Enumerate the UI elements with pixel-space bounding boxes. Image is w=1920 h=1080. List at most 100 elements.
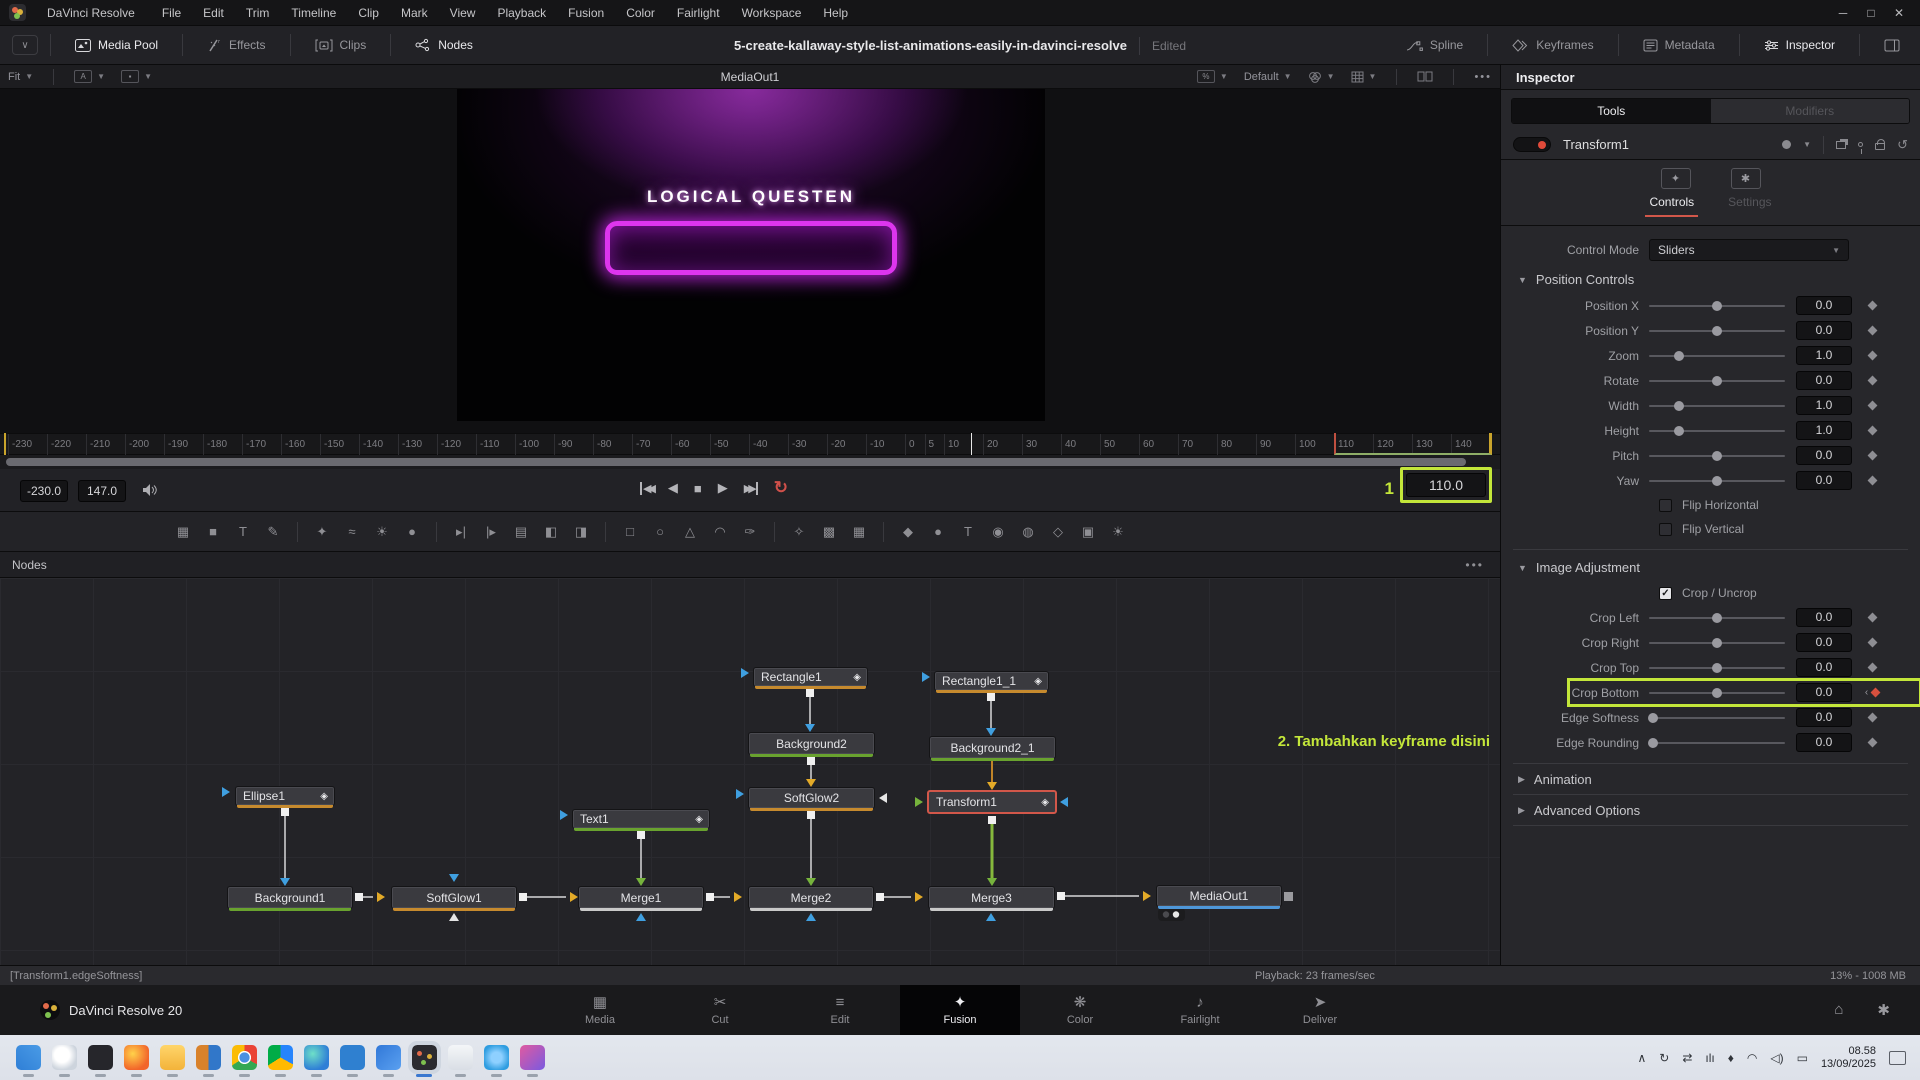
polygon-mask-icon[interactable]: △: [677, 520, 703, 544]
dual-viewer-button[interactable]: [1409, 71, 1441, 82]
bspline-mask-icon[interactable]: ◠: [707, 520, 733, 544]
media-out-icon[interactable]: |▸: [478, 520, 504, 544]
chevron-down-icon[interactable]: ▼: [1803, 140, 1811, 149]
keyframe-icon[interactable]: [1867, 375, 1877, 386]
zoom-mode-dropdown[interactable]: Fit ▼: [0, 71, 41, 83]
param-value-field[interactable]: 0.0: [1796, 683, 1852, 702]
node-enable-toggle[interactable]: [1513, 137, 1551, 152]
light3d-icon[interactable]: ☀: [1105, 520, 1131, 544]
page-tab-deliver[interactable]: ➤ Deliver: [1260, 985, 1380, 1035]
keyframe-icon[interactable]: [1867, 637, 1877, 648]
node-ellipse1[interactable]: Ellipse1 ◈: [235, 786, 335, 808]
menu-view[interactable]: View: [439, 0, 487, 26]
param-slider[interactable]: [1649, 400, 1785, 411]
taskbar-drive-icon[interactable]: [268, 1045, 293, 1077]
node-rectangle1_1[interactable]: Rectangle1_1 ◈: [934, 671, 1049, 693]
subtab-controls[interactable]: Controls: [1645, 195, 1699, 217]
noise-icon[interactable]: ▩: [816, 520, 842, 544]
copy-icon[interactable]: [1836, 140, 1847, 149]
node-background2_1[interactable]: Background2_1: [929, 736, 1056, 761]
param-value-field[interactable]: 0.0: [1796, 471, 1852, 490]
page-tab-fusion[interactable]: ✦ Fusion: [900, 985, 1020, 1035]
keyframe-icon[interactable]: [1867, 300, 1877, 311]
menu-mark[interactable]: Mark: [390, 0, 439, 26]
menu-app-button[interactable]: DaVinci Resolve: [36, 0, 151, 26]
scrollbar-thumb[interactable]: [6, 458, 1466, 466]
merge3d-icon[interactable]: ◇: [1045, 520, 1071, 544]
media-in-icon[interactable]: ▸|: [448, 520, 474, 544]
wifi-icon[interactable]: ◠: [1747, 1051, 1757, 1065]
controls-tab-icon[interactable]: ✦: [1660, 168, 1691, 189]
battery-icon[interactable]: ▭: [1797, 1051, 1808, 1065]
keyframe-icon[interactable]: [1867, 350, 1877, 361]
page-tab-media[interactable]: ▦ Media: [540, 985, 660, 1035]
param-value-field[interactable]: 0.0: [1796, 371, 1852, 390]
taskbar-notepad-icon[interactable]: [448, 1045, 473, 1077]
color-wheels-dropdown[interactable]: ▼: [1300, 71, 1343, 83]
maximize-icon[interactable]: □: [1864, 6, 1878, 20]
text3d-icon[interactable]: T: [955, 520, 981, 544]
inspector-button[interactable]: Inspector: [1752, 38, 1847, 52]
drip-icon[interactable]: ●: [399, 520, 425, 544]
split-h-icon[interactable]: ◧: [538, 520, 564, 544]
node-mediaout1[interactable]: MediaOut1: [1156, 885, 1282, 909]
timeline-ruler[interactable]: -230 -220 -210 -200 -190 -180 -170 -160 -150 -140…: [0, 433, 1500, 456]
param-slider[interactable]: [1649, 325, 1785, 336]
param-slider[interactable]: [1649, 375, 1785, 386]
param-slider[interactable]: [1649, 450, 1785, 461]
lock-icon[interactable]: [1875, 139, 1886, 150]
taskbar-resolve-app-icon[interactable]: [408, 1041, 441, 1077]
crop-uncrop-checkbox[interactable]: ✓: [1659, 586, 1672, 600]
node-merge2[interactable]: Merge2: [748, 886, 874, 911]
notification-icon[interactable]: [1889, 1050, 1906, 1065]
menu-edit[interactable]: Edit: [192, 0, 235, 26]
ball3d-icon[interactable]: ◍: [1015, 520, 1041, 544]
slider-thumb[interactable]: [1673, 425, 1684, 436]
tab-modifiers[interactable]: Modifiers: [1710, 99, 1909, 123]
viewer-options-button[interactable]: •••: [1466, 71, 1500, 83]
menu-file[interactable]: File: [151, 0, 192, 26]
node-rectangle1[interactable]: Rectangle1 ◈: [753, 667, 868, 689]
param-value-field[interactable]: 1.0: [1796, 346, 1852, 365]
camera3d-icon[interactable]: ▣: [1075, 520, 1101, 544]
menu-color[interactable]: Color: [615, 0, 666, 26]
taskbar-vscode-icon[interactable]: [340, 1045, 365, 1077]
play-button[interactable]: ▶: [718, 480, 728, 496]
range-end-field[interactable]: 147.0: [78, 480, 126, 502]
settings-gear-icon[interactable]: ✱: [1877, 1001, 1890, 1019]
channel-dropdown[interactable]: A ▼: [66, 70, 113, 83]
prev-keyframe-icon[interactable]: ‹: [1865, 687, 1868, 698]
keyframe-icon[interactable]: [1867, 450, 1877, 461]
page-tab-fairlight[interactable]: ♪ Fairlight: [1140, 985, 1260, 1035]
param-slider[interactable]: [1649, 687, 1785, 698]
advanced-options-header[interactable]: ▶ Advanced Options: [1501, 795, 1920, 825]
slider-thumb[interactable]: [1712, 375, 1722, 386]
taskbar-firefox-icon[interactable]: [124, 1045, 149, 1077]
subtab-settings[interactable]: Settings: [1724, 195, 1775, 217]
ellipse-mask-icon[interactable]: ○: [647, 520, 673, 544]
param-value-field[interactable]: 0.0: [1796, 658, 1852, 677]
range-start-field[interactable]: -230.0: [20, 480, 68, 502]
close-icon[interactable]: ✕: [1892, 6, 1906, 20]
taskbar-start-icon[interactable]: [16, 1045, 41, 1077]
grid-dropdown[interactable]: ▼: [1343, 71, 1385, 83]
switch-icon[interactable]: ⇄: [1682, 1051, 1692, 1065]
taskbar-search-icon[interactable]: [52, 1045, 77, 1077]
nodes-panel-menu-button[interactable]: •••: [1465, 558, 1500, 572]
slider-thumb[interactable]: [1712, 662, 1722, 673]
param-value-field[interactable]: 1.0: [1796, 421, 1852, 440]
keyframe-icon[interactable]: [1867, 712, 1877, 723]
quick-menu-button[interactable]: ∨: [12, 35, 38, 55]
audio-mute-icon[interactable]: [142, 483, 158, 502]
grid-icon[interactable]: ▦: [846, 520, 872, 544]
node-merge3[interactable]: Merge3: [928, 886, 1055, 911]
taskbar-player-icon[interactable]: [376, 1045, 401, 1077]
rect-mask-icon[interactable]: □: [617, 520, 643, 544]
taskbar-photos-icon[interactable]: [484, 1045, 509, 1077]
position-controls-header[interactable]: ▼ Position Controls: [1501, 262, 1920, 293]
keyframe-icon[interactable]: [1867, 612, 1877, 623]
settings-tab-icon[interactable]: ✱: [1730, 168, 1761, 189]
node-text1[interactable]: Text1 ◈: [572, 809, 710, 831]
param-value-field[interactable]: 0.0: [1796, 633, 1852, 652]
keyframe-icon[interactable]: [1867, 662, 1877, 673]
